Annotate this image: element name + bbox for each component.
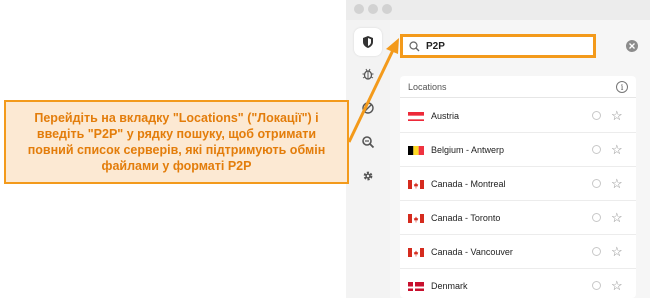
instruction-callout: Перейдіть на вкладку "Locations" ("Локац… bbox=[4, 100, 349, 184]
sidebar-item-threat-protection[interactable] bbox=[354, 60, 382, 88]
list-header-label: Locations bbox=[408, 81, 447, 92]
load-indicator bbox=[592, 213, 601, 222]
location-row[interactable]: Austria ☆ bbox=[400, 99, 636, 133]
location-row[interactable]: Canada - Montreal ☆ bbox=[400, 167, 636, 201]
star-icon[interactable]: ☆ bbox=[611, 211, 623, 224]
location-label: Denmark bbox=[431, 280, 468, 291]
app-window: P2P Locations i Austria ☆ Belgium - Antw… bbox=[346, 0, 650, 298]
list-header: Locations i bbox=[400, 76, 636, 98]
search-icon bbox=[409, 40, 420, 51]
sidebar bbox=[346, 20, 390, 298]
location-label: Belgium - Antwerp bbox=[431, 144, 505, 155]
canada-flag-icon bbox=[408, 178, 424, 189]
location-row[interactable]: Denmark ☆ bbox=[400, 269, 636, 298]
location-row[interactable]: Belgium - Antwerp ☆ bbox=[400, 133, 636, 167]
close-icon bbox=[629, 43, 635, 49]
star-icon[interactable]: ☆ bbox=[611, 245, 623, 258]
load-indicator bbox=[592, 145, 601, 154]
sidebar-item-settings[interactable] bbox=[354, 162, 382, 190]
belgium-flag-icon bbox=[408, 144, 424, 155]
magnifier-icon bbox=[362, 136, 375, 149]
star-icon[interactable]: ☆ bbox=[611, 177, 623, 190]
minimize-window-button[interactable] bbox=[368, 4, 378, 14]
denmark-flag-icon bbox=[408, 280, 424, 291]
search-input[interactable]: P2P bbox=[400, 34, 596, 58]
block-icon bbox=[362, 102, 374, 114]
sidebar-item-dark-web-monitor[interactable] bbox=[354, 128, 382, 156]
bug-icon bbox=[362, 68, 374, 80]
location-label: Austria bbox=[431, 110, 460, 121]
callout-text: Перейдіть на вкладку "Locations" ("Локац… bbox=[27, 111, 326, 173]
location-label: Canada - Montreal bbox=[431, 178, 506, 189]
load-indicator bbox=[592, 111, 601, 120]
clear-search-button[interactable] bbox=[626, 40, 638, 52]
location-label: Canada - Vancouver bbox=[431, 246, 513, 257]
search-value: P2P bbox=[426, 40, 445, 52]
location-row[interactable]: Canada - Toronto ☆ bbox=[400, 201, 636, 235]
star-icon[interactable]: ☆ bbox=[611, 109, 623, 122]
load-indicator bbox=[592, 281, 601, 290]
locations-list: Locations i Austria ☆ Belgium - Antwerp … bbox=[400, 76, 636, 298]
title-bar bbox=[346, 0, 650, 20]
canada-flag-icon bbox=[408, 246, 424, 257]
load-indicator bbox=[592, 179, 601, 188]
austria-flag-icon bbox=[408, 110, 424, 121]
locations-panel: P2P Locations i Austria ☆ Belgium - Antw… bbox=[390, 20, 650, 298]
sidebar-item-vpn[interactable] bbox=[354, 28, 382, 56]
sidebar-item-blocker[interactable] bbox=[354, 94, 382, 122]
shield-icon bbox=[363, 36, 373, 48]
zoom-window-button[interactable] bbox=[382, 4, 392, 14]
location-row[interactable]: Canada - Vancouver ☆ bbox=[400, 235, 636, 269]
location-label: Canada - Toronto bbox=[431, 212, 501, 223]
star-icon[interactable]: ☆ bbox=[611, 143, 623, 156]
canada-flag-icon bbox=[408, 212, 424, 223]
info-icon[interactable]: i bbox=[616, 81, 628, 93]
star-icon[interactable]: ☆ bbox=[611, 279, 623, 292]
load-indicator bbox=[592, 247, 601, 256]
gear-icon bbox=[363, 171, 373, 181]
close-window-button[interactable] bbox=[354, 4, 364, 14]
